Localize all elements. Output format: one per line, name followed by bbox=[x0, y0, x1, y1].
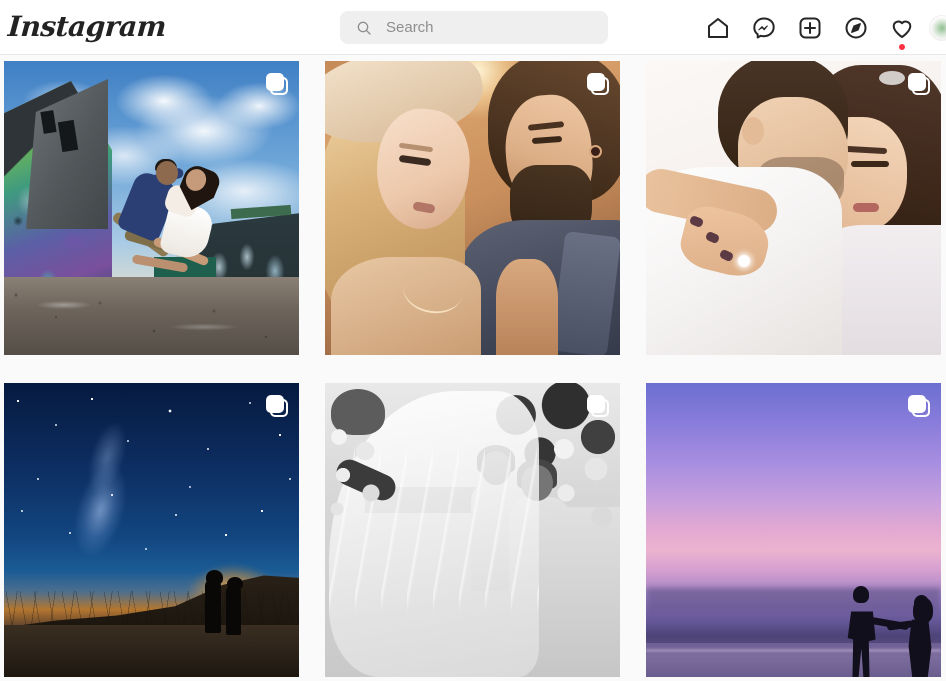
activity-notification-dot bbox=[899, 43, 905, 50]
compass-icon bbox=[845, 17, 867, 38]
post-image bbox=[325, 383, 620, 677]
heart-icon bbox=[892, 20, 912, 38]
post-tile[interactable] bbox=[325, 61, 620, 355]
post-tile[interactable] bbox=[4, 61, 299, 355]
post-image bbox=[646, 383, 941, 677]
post-tile[interactable] bbox=[646, 61, 941, 355]
primary-nav bbox=[695, 0, 946, 55]
nav-activity[interactable] bbox=[879, 5, 925, 51]
post-tile[interactable] bbox=[4, 383, 299, 677]
nav-home[interactable] bbox=[695, 5, 741, 51]
messenger-icon bbox=[753, 17, 775, 38]
plus-square-icon bbox=[799, 17, 821, 38]
avatar[interactable] bbox=[929, 14, 946, 41]
search-input[interactable] bbox=[384, 18, 584, 37]
post-image bbox=[646, 61, 941, 355]
post-image bbox=[325, 61, 620, 355]
app-header: Instagram bbox=[0, 0, 946, 55]
post-tile[interactable] bbox=[325, 383, 620, 677]
nav-explore[interactable] bbox=[833, 5, 879, 51]
post-image bbox=[4, 61, 299, 355]
search-bar[interactable] bbox=[340, 11, 608, 44]
nav-new-post[interactable] bbox=[787, 5, 833, 51]
nav-messages[interactable] bbox=[741, 5, 787, 51]
instagram-logo[interactable]: Instagram bbox=[7, 8, 168, 46]
home-icon bbox=[708, 17, 728, 38]
post-grid bbox=[4, 61, 946, 677]
search-icon bbox=[357, 21, 371, 35]
post-image bbox=[4, 383, 299, 677]
post-tile[interactable] bbox=[646, 383, 941, 677]
